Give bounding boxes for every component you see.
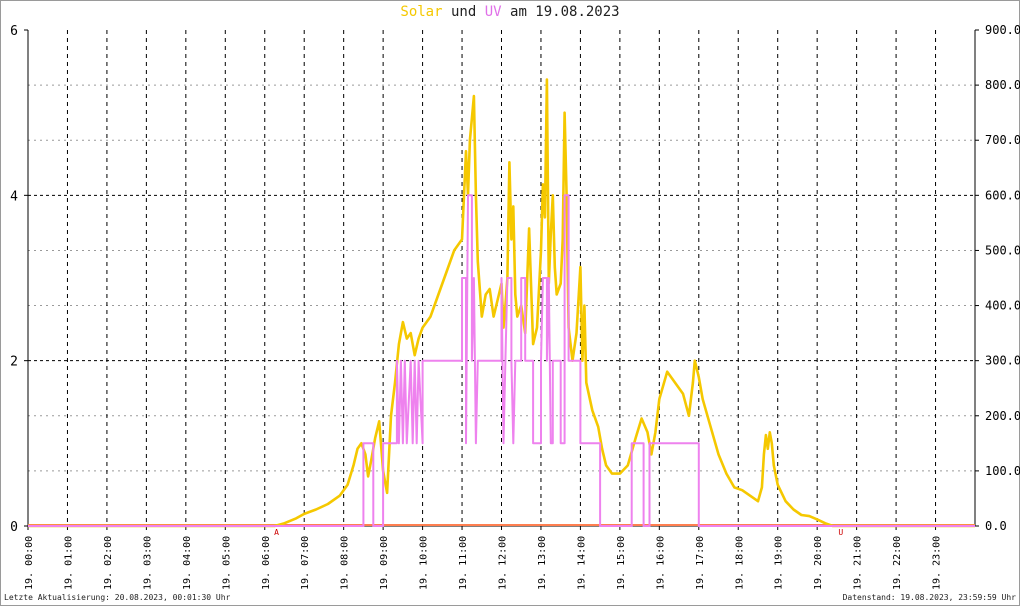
x-tick-label: 19. 08:00: [340, 536, 351, 590]
x-tick-label: 19. 14:00: [576, 536, 587, 590]
y-right-tick-label: 400.0: [985, 299, 1020, 313]
y-right-tick-label: 100.0: [985, 464, 1020, 478]
y-left-tick-label: 0: [10, 520, 18, 535]
footer-last-update: Letzte Aktualisierung: 20.08.2023, 00:01…: [4, 593, 231, 602]
y-left-tick-label: 6: [10, 24, 18, 39]
x-tick-label: 19. 18:00: [734, 536, 745, 590]
y-right-tick-label: 0.0: [985, 519, 1007, 533]
x-tick-label: 19. 04:00: [182, 536, 193, 590]
x-tick-label: 19. 22:00: [892, 536, 903, 590]
x-tick-label: 19. 13:00: [537, 536, 548, 590]
x-tick-label: 19. 11:00: [458, 536, 469, 590]
marker-u: U: [838, 528, 843, 537]
x-tick-label: 19. 02:00: [103, 536, 114, 590]
x-tick-label: 19. 12:00: [498, 536, 509, 590]
y-right-tick-label: 900.0: [985, 23, 1020, 37]
x-tick-label: 19. 23:00: [932, 536, 943, 590]
x-tick-label: 19. 15:00: [616, 536, 627, 590]
x-tick-label: 19. 06:00: [261, 536, 272, 590]
x-tick-label: 19. 09:00: [379, 536, 390, 590]
y-right-tick-label: 500.0: [985, 243, 1020, 257]
footer-data-status: Datenstand: 19.08.2023, 23:59:59 Uhr: [842, 593, 1016, 602]
y-right-tick-label: 200.0: [985, 409, 1020, 423]
series-layer: [28, 78, 975, 528]
y-right-tick-label: 700.0: [985, 133, 1020, 147]
y-right-tick-label: 300.0: [985, 354, 1020, 368]
x-tick-label: 19. 00:00: [24, 536, 35, 590]
y-left-tick-label: 4: [10, 189, 18, 204]
x-tick-label: 19. 07:00: [300, 536, 311, 590]
x-tick-label: 19. 05:00: [221, 536, 232, 590]
x-tick-label: 19. 03:00: [142, 536, 153, 590]
x-tick-label: 19. 19:00: [774, 536, 785, 590]
plot-area: 0 2 4 6 0.0 100.0 200.0 300.0 400.0 500.0 600.0 700…: [10, 23, 1020, 590]
y-left-tick-label: 2: [10, 355, 18, 370]
y-right-tick-label: 600.0: [985, 188, 1020, 202]
x-tick-label: 19. 10:00: [419, 536, 430, 590]
x-tick-label: 19. 17:00: [695, 536, 706, 590]
x-tick-label: 19. 21:00: [853, 536, 864, 590]
y-right-tick-label: 800.0: [985, 78, 1020, 92]
x-tick-label: 19. 20:00: [813, 536, 824, 590]
marker-a: A: [274, 528, 279, 537]
x-tick-label: 19. 01:00: [63, 536, 74, 590]
x-tick-label: 19. 16:00: [655, 536, 666, 590]
